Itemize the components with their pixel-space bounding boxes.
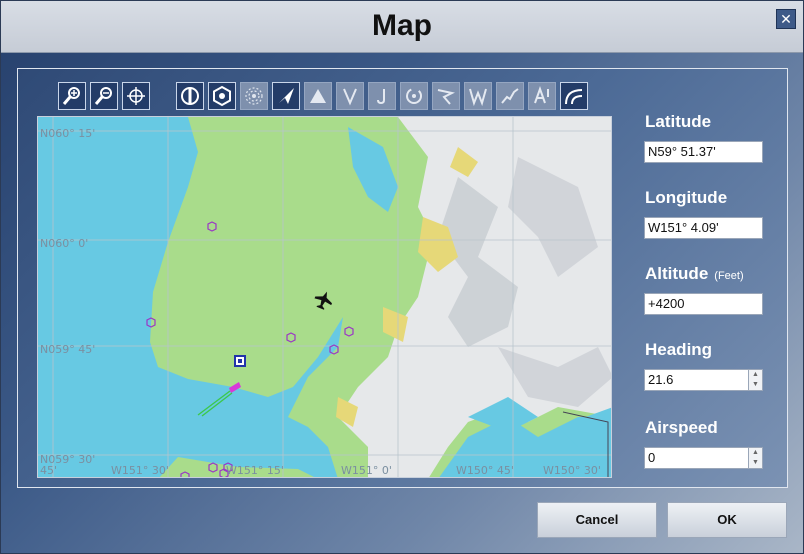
close-button[interactable]: ✕ xyxy=(776,9,796,29)
triangle-waypoint-icon[interactable] xyxy=(304,82,332,110)
terrain-shading-icon[interactable] xyxy=(560,82,588,110)
latitude-field[interactable]: N59° 51.37' xyxy=(644,141,763,163)
longitude-label: Longitude xyxy=(645,188,728,207)
airspeed-label: Airspeed xyxy=(645,418,718,437)
altitude-icon[interactable] xyxy=(528,82,556,110)
map-terrain xyxy=(38,117,611,477)
jet-airway-icon[interactable] xyxy=(368,82,396,110)
latitude-label: Latitude xyxy=(645,112,712,131)
zoom-in-icon[interactable] xyxy=(58,82,86,110)
airport-filter-icon[interactable] xyxy=(176,82,204,110)
heading-label: Heading xyxy=(645,340,713,359)
heading-field[interactable]: 21.6 xyxy=(644,369,749,391)
terrain-profile-icon[interactable] xyxy=(496,82,524,110)
map-view[interactable]: N060° 15' N060° 0' N059° 45' N059° 30' 4… xyxy=(37,116,612,478)
victor-airway-icon[interactable] xyxy=(336,82,364,110)
lon-label-151-15: W151° 15' xyxy=(226,464,284,477)
center-crosshair-icon[interactable] xyxy=(122,82,150,110)
lat-label-59-45: N059° 45' xyxy=(40,343,96,356)
heading-spinner[interactable]: ▲ ▼ xyxy=(749,369,763,391)
longitude-field[interactable]: W151° 4.09' xyxy=(644,217,763,239)
lon-label-150-45: W150° 45' xyxy=(456,464,514,477)
lon-label-151-45: 45' xyxy=(40,464,58,477)
reset-rotation-icon[interactable] xyxy=(400,82,428,110)
altitude-unit: (Feet) xyxy=(714,270,744,282)
map-panel: N060° 15' N060° 0' N059° 45' N059° 30' 4… xyxy=(17,68,788,488)
heading-down-icon[interactable]: ▼ xyxy=(749,380,762,390)
altitude-label: Altitude (Feet) xyxy=(645,264,744,284)
ok-button[interactable]: OK xyxy=(667,502,787,538)
heading-up-icon[interactable]: ▲ xyxy=(749,370,762,380)
map-dialog: Map ✕ N060° 15' N060° 0' N059° 45' N059°… xyxy=(0,0,804,554)
vor-filter-icon[interactable] xyxy=(208,82,236,110)
ndb-filter-icon[interactable] xyxy=(240,82,268,110)
lat-label-60-00: N060° 0' xyxy=(40,237,89,250)
airspeed-field[interactable]: 0 xyxy=(644,447,749,469)
airspeed-spinner[interactable]: ▲ ▼ xyxy=(749,447,763,469)
aircraft-track-icon[interactable] xyxy=(272,82,300,110)
cancel-button[interactable]: Cancel xyxy=(537,502,657,538)
dialog-title: Map xyxy=(372,9,432,42)
zoom-out-icon[interactable] xyxy=(90,82,118,110)
altitude-label-text: Altitude xyxy=(645,264,709,283)
lon-label-151-30: W151° 30' xyxy=(111,464,169,477)
airspeed-up-icon[interactable]: ▲ xyxy=(749,448,762,458)
lon-label-151-00: W151° 0' xyxy=(341,464,392,477)
altitude-field[interactable]: +4200 xyxy=(644,293,763,315)
wind-icon[interactable] xyxy=(464,82,492,110)
route-icon[interactable] xyxy=(432,82,460,110)
title-bar: Map ✕ xyxy=(1,1,803,53)
lon-label-150-30: W150° 30' xyxy=(543,464,601,477)
lat-label-60-15: N060° 15' xyxy=(40,127,96,140)
airspeed-down-icon[interactable]: ▼ xyxy=(749,458,762,468)
